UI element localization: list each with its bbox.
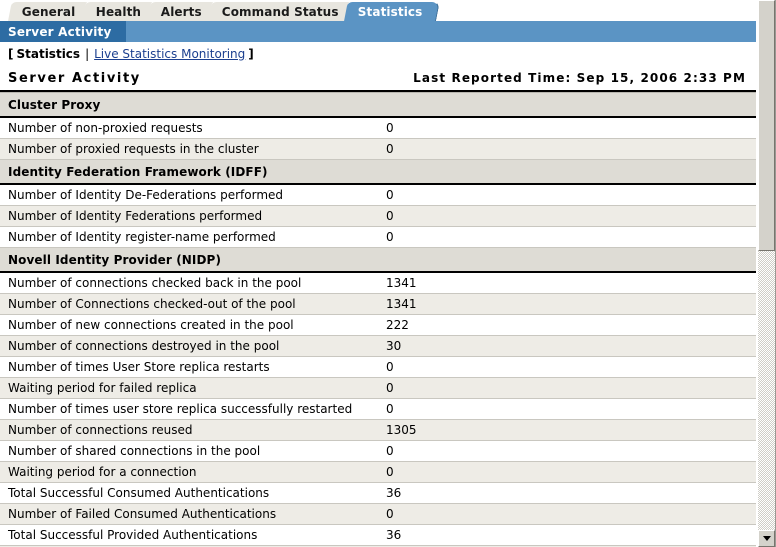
- breadcrumb-separator: |: [85, 46, 90, 61]
- section-title: Novell Identity Provider (NIDP): [0, 247, 756, 273]
- statistic-value: 0: [378, 398, 756, 420]
- table-row: Number of proxied requests in the cluste…: [0, 138, 756, 160]
- table-row: Number of Connections checked-out of the…: [0, 293, 756, 315]
- breadcrumb-link-live-statistics-monitoring[interactable]: Live Statistics Monitoring: [91, 47, 248, 61]
- statistic-value: 0: [378, 440, 756, 462]
- section-header-row: Identity Federation Framework (IDFF): [0, 159, 756, 185]
- scroll-viewport: Server Activity Last Reported Time: Sep …: [0, 65, 756, 547]
- section-header-row: Cluster Proxy: [0, 92, 756, 118]
- tab-label: General: [21, 4, 76, 19]
- section-header-row: Novell Identity Provider (NIDP): [0, 247, 756, 273]
- statistic-label: Number of Identity De-Federations perfor…: [0, 184, 378, 206]
- scrollbar-down-button[interactable]: [758, 530, 775, 547]
- statistic-value: 36: [378, 482, 756, 504]
- statistic-label: Waiting period for failed replica: [0, 377, 378, 399]
- statistic-label: Number of times User Store replica resta…: [0, 356, 378, 378]
- statistic-value: 0: [378, 356, 756, 378]
- table-row: Number of Identity register-name perform…: [0, 226, 756, 248]
- scrollbar-thumb[interactable]: [758, 0, 775, 251]
- table-row: Number of connections checked back in th…: [0, 272, 756, 294]
- statistic-value: 0: [378, 503, 756, 525]
- table-row: Total Successful Consumed Authentication…: [0, 482, 756, 504]
- statistic-value: 30: [378, 335, 756, 357]
- sub-tab-label: Server Activity: [8, 24, 112, 39]
- tab-command-status[interactable]: Command Status: [207, 1, 356, 21]
- table-row: Number of non-proxied requests 0: [0, 117, 756, 139]
- vertical-scrollbar[interactable]: [756, 0, 776, 547]
- statistic-label: Number of Failed Consumed Authentication…: [0, 503, 378, 525]
- statistic-label: Waiting period for a connection: [0, 461, 378, 483]
- tab-label: Command Status: [221, 4, 339, 19]
- table-row: Number of Failed Consumed Authentication…: [0, 503, 756, 525]
- statistic-value: 1341: [378, 272, 756, 294]
- table-row: Number of times user store replica succe…: [0, 398, 756, 420]
- table-row: Number of shared connections in the pool…: [0, 440, 756, 462]
- statistic-label: Number of Connections checked-out of the…: [0, 293, 378, 315]
- statistic-label: Number of connections destroyed in the p…: [0, 335, 378, 357]
- scroll-down-arrow-icon: [762, 536, 771, 541]
- tab-general[interactable]: General: [8, 1, 93, 21]
- table-row: Number of new connections created in the…: [0, 314, 756, 336]
- statistics-table-body: Cluster Proxy Number of non-proxied reque…: [0, 92, 756, 547]
- statistic-label: Number of non-proxied requests: [0, 117, 378, 139]
- statistic-label: Number of Identity Federations performed: [0, 205, 378, 227]
- statistics-page: General Health Alerts Command Status Statist…: [0, 0, 776, 547]
- statistic-value: 0: [378, 138, 756, 160]
- statistic-label: Total Successful Provided Authentication…: [0, 524, 378, 546]
- page-title: Server Activity: [8, 70, 141, 86]
- breadcrumb-current-statistics: Statistics: [16, 46, 81, 61]
- main-tab-strip: General Health Alerts Command Status Statist…: [0, 0, 776, 21]
- table-row: Waiting period for a connection 0: [0, 461, 756, 483]
- tab-list: General Health Alerts Command Status Statist…: [8, 0, 776, 21]
- last-reported-time: Last Reported Time: Sep 15, 2006 2:33 PM: [413, 71, 746, 85]
- table-row: Number of times User Store replica resta…: [0, 356, 756, 378]
- tab-statistics[interactable]: Statistics: [344, 1, 441, 21]
- statistic-value: 1341: [378, 293, 756, 315]
- table-row: Waiting period for failed replica 0: [0, 377, 756, 399]
- table-row: Number of Identity De-Federations perfor…: [0, 184, 756, 206]
- statistic-value: 0: [378, 117, 756, 139]
- statistic-label: Total Successful Consumed Authentication…: [0, 482, 378, 504]
- statistic-label: Number of proxied requests in the cluste…: [0, 138, 378, 160]
- statistic-value: 36: [378, 524, 756, 546]
- tab-label: Statistics: [358, 4, 423, 19]
- content-area: Server Activity Last Reported Time: Sep …: [0, 65, 776, 547]
- statistic-label: Number of new connections created in the…: [0, 314, 378, 336]
- breadcrumb-close-bracket: ]: [248, 46, 254, 61]
- tab-label: Health: [95, 4, 141, 19]
- statistic-label: Number of connections checked back in th…: [0, 272, 378, 294]
- sub-tab-bar-filler: [126, 21, 776, 42]
- table-row: Number of connections destroyed in the p…: [0, 335, 756, 357]
- breadcrumb: [ Statistics | Live Statistics Monitorin…: [0, 42, 776, 65]
- sub-tab-server-activity[interactable]: Server Activity: [0, 21, 126, 42]
- section-title: Cluster Proxy: [0, 92, 756, 118]
- section-title: Identity Federation Framework (IDFF): [0, 159, 756, 185]
- statistics-table: Cluster Proxy Number of non-proxied reque…: [0, 92, 756, 547]
- statistic-value: 0: [378, 205, 756, 227]
- table-row: Number of Identity Federations performed…: [0, 205, 756, 227]
- sub-tab-bar: Server Activity: [0, 21, 776, 42]
- tab-label: Alerts: [160, 4, 202, 19]
- statistic-value: 0: [378, 184, 756, 206]
- statistic-label: Number of times user store replica succe…: [0, 398, 378, 420]
- tab-health[interactable]: Health: [81, 1, 158, 21]
- statistic-label: Number of shared connections in the pool: [0, 440, 378, 462]
- statistic-value: 0: [378, 377, 756, 399]
- table-row: Number of connections reused 1305: [0, 419, 756, 441]
- statistic-value: 1305: [378, 419, 756, 441]
- statistic-value: 222: [378, 314, 756, 336]
- statistic-value: 0: [378, 226, 756, 248]
- statistic-label: Number of connections reused: [0, 419, 378, 441]
- table-row: Total Successful Provided Authentication…: [0, 524, 756, 546]
- page-header: Server Activity Last Reported Time: Sep …: [0, 65, 756, 92]
- statistic-value: 0: [378, 461, 756, 483]
- statistic-label: Number of Identity register-name perform…: [0, 226, 378, 248]
